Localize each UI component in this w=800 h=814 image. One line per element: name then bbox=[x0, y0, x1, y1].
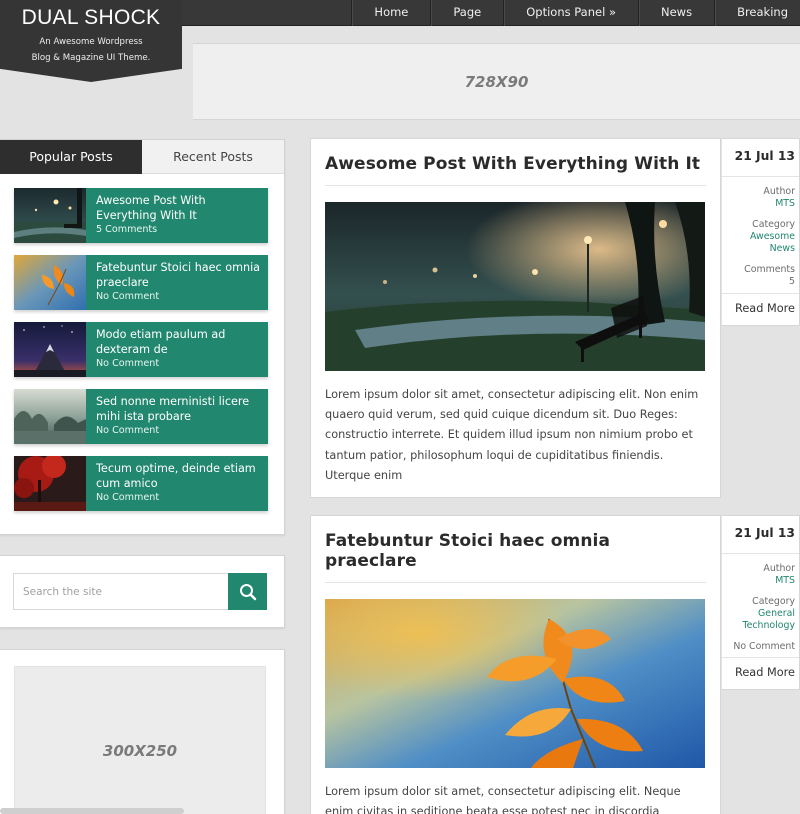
main-nav: Home Page Options Panel » News Breaking bbox=[351, 0, 800, 26]
article-card: Awesome Post With Everything With It Lor… bbox=[310, 138, 721, 498]
search-button[interactable] bbox=[228, 573, 267, 610]
read-more-link[interactable]: Read More bbox=[722, 657, 799, 689]
post-thumbnail-landscape bbox=[14, 389, 86, 444]
post-info: Sed nonne merninisti licere mihi ista pr… bbox=[86, 389, 268, 444]
meta-author: Author MTS bbox=[722, 186, 799, 210]
nav-item-home[interactable]: Home bbox=[351, 0, 430, 26]
post-info: Modo etiam paulum ad dexteram de No Comm… bbox=[86, 322, 268, 377]
article-excerpt: Lorem ipsum dolor sit amet, consectetur … bbox=[325, 388, 699, 482]
post-thumbnail-red-tree bbox=[14, 456, 86, 511]
article-meta-box: 21 Jul 13 Author MTS Category General Te… bbox=[722, 515, 800, 690]
post-thumbnail-park bbox=[14, 188, 86, 243]
read-more-link[interactable]: Read More bbox=[722, 293, 799, 325]
category-link-general[interactable]: General bbox=[722, 608, 795, 620]
tab-recent-posts[interactable]: Recent Posts bbox=[142, 140, 284, 174]
comments-count[interactable]: No Comment bbox=[722, 641, 795, 653]
meta-category: Category Awesome News bbox=[722, 219, 799, 255]
post-title[interactable]: Awesome Post With Everything With It bbox=[96, 193, 262, 223]
sidebar-ad-label: 300X250 bbox=[102, 742, 178, 760]
meta-category: Category General Technology bbox=[722, 596, 799, 632]
category-label: Category bbox=[752, 219, 795, 230]
logo-tagline: An Awesome Wordpress Blog & Magazine UI … bbox=[0, 34, 182, 66]
sidebar-ad-box[interactable]: 300X250 bbox=[14, 666, 266, 814]
post-date: 21 Jul 13 bbox=[722, 139, 799, 177]
post-comment-count: 5 Comments bbox=[96, 224, 158, 235]
list-item[interactable]: Modo etiam paulum ad dexteram de No Comm… bbox=[14, 322, 268, 377]
category-link-technology[interactable]: Technology bbox=[722, 620, 795, 632]
post-comment-count: No Comment bbox=[96, 492, 160, 503]
comments-count[interactable]: 5 bbox=[722, 276, 795, 288]
post-thumbnail-mountain bbox=[14, 322, 86, 377]
list-item[interactable]: Fatebuntur Stoici haec omnia praeclare N… bbox=[14, 255, 268, 310]
logo-title: DUAL SHOCK bbox=[21, 6, 161, 29]
post-date: 21 Jul 13 bbox=[722, 516, 799, 554]
nav-item-breaking[interactable]: Breaking bbox=[714, 0, 800, 26]
search-box bbox=[13, 573, 267, 610]
post-title[interactable]: Tecum optime, deinde etiam cum amico bbox=[96, 461, 262, 491]
search-input[interactable] bbox=[13, 573, 228, 610]
article-featured-image-leaf[interactable] bbox=[325, 599, 705, 768]
post-info: Fatebuntur Stoici haec omnia praeclare N… bbox=[86, 255, 268, 310]
nav-item-page[interactable]: Page bbox=[430, 0, 503, 26]
post-title[interactable]: Sed nonne merninisti licere mihi ista pr… bbox=[96, 394, 262, 424]
post-comment-count: No Comment bbox=[96, 425, 160, 436]
ad-banner-label: 728X90 bbox=[464, 72, 529, 91]
post-title[interactable]: Fatebuntur Stoici haec omnia praeclare bbox=[96, 260, 262, 290]
article-title[interactable]: Awesome Post With Everything With It bbox=[325, 154, 706, 186]
post-comment-count: No Comment bbox=[96, 358, 160, 369]
author-label: Author bbox=[763, 186, 795, 197]
article-card: Fatebuntur Stoici haec omnia praeclare L… bbox=[310, 515, 721, 814]
site-logo[interactable]: DUAL SHOCK An Awesome Wordpress Blog & M… bbox=[0, 0, 182, 82]
sidebar-ad-widget: 300X250 bbox=[0, 649, 285, 814]
meta-comments: Comments 5 bbox=[722, 264, 799, 288]
horizontal-scrollbar[interactable] bbox=[0, 808, 184, 814]
category-label: Category bbox=[752, 596, 795, 607]
post-info: Awesome Post With Everything With It 5 C… bbox=[86, 188, 268, 243]
search-icon bbox=[239, 583, 256, 600]
article-excerpt: Lorem ipsum dolor sit amet, consectetur … bbox=[325, 785, 681, 814]
posts-tabs: Popular Posts Recent Posts bbox=[0, 140, 284, 174]
list-item[interactable]: Sed nonne merninisti licere mihi ista pr… bbox=[14, 389, 268, 444]
list-item[interactable]: Awesome Post With Everything With It 5 C… bbox=[14, 188, 268, 243]
post-comment-count: No Comment bbox=[96, 291, 160, 302]
logo-tagline-line-2: Blog & Magazine UI Theme. bbox=[31, 53, 151, 63]
post-info: Tecum optime, deinde etiam cum amico No … bbox=[86, 456, 268, 511]
list-item[interactable]: Tecum optime, deinde etiam cum amico No … bbox=[14, 456, 268, 511]
post-title[interactable]: Modo etiam paulum ad dexteram de bbox=[96, 327, 262, 357]
category-link-awesome[interactable]: Awesome bbox=[722, 231, 795, 243]
meta-author: Author MTS bbox=[722, 563, 799, 587]
author-link[interactable]: MTS bbox=[722, 198, 795, 210]
post-thumbnail-leaf bbox=[14, 255, 86, 310]
author-link[interactable]: MTS bbox=[722, 575, 795, 587]
header-ad-banner[interactable]: 728X90 bbox=[193, 43, 800, 120]
author-label: Author bbox=[763, 563, 795, 574]
nav-item-news[interactable]: News bbox=[637, 0, 714, 26]
article-featured-image-park[interactable] bbox=[325, 202, 705, 371]
search-widget bbox=[0, 555, 285, 628]
article-meta-box: 21 Jul 13 Author MTS Category Awesome Ne… bbox=[722, 138, 800, 326]
category-link-news[interactable]: News bbox=[722, 243, 795, 255]
meta-comments: No Comment bbox=[722, 641, 799, 653]
article-title[interactable]: Fatebuntur Stoici haec omnia praeclare bbox=[325, 531, 706, 583]
popular-posts-list: Awesome Post With Everything With It 5 C… bbox=[0, 174, 284, 511]
nav-item-options-panel[interactable]: Options Panel » bbox=[503, 0, 638, 26]
logo-tagline-line-1: An Awesome Wordpress bbox=[39, 37, 143, 47]
comments-label: Comments bbox=[744, 264, 795, 275]
posts-tabs-widget: Popular Posts Recent Posts Awesome Post … bbox=[0, 139, 285, 535]
tab-popular-posts[interactable]: Popular Posts bbox=[0, 140, 142, 174]
